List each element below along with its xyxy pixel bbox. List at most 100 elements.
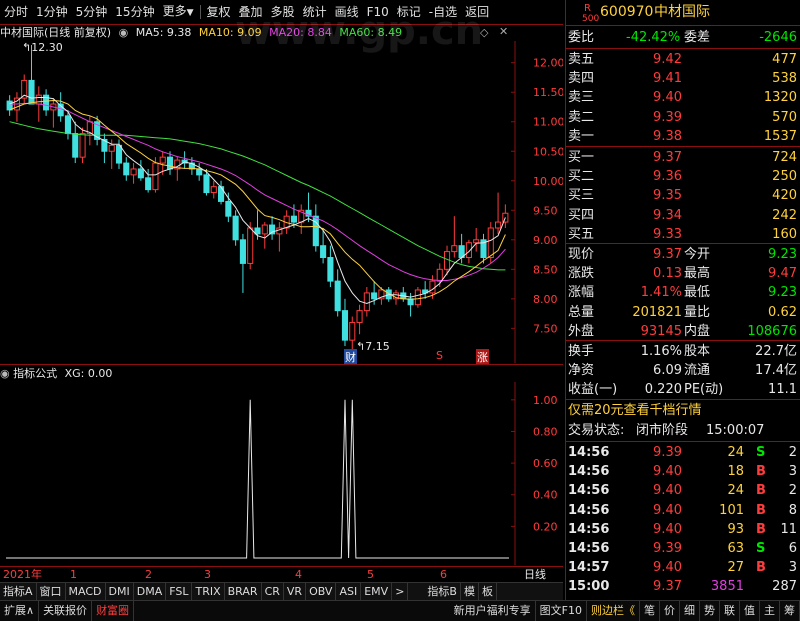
fortune-circle-button[interactable]: 财富圈	[92, 601, 135, 621]
bid-price[interactable]: 9.33	[626, 225, 682, 244]
divider	[566, 441, 800, 442]
candle-body	[79, 133, 86, 158]
indicator-label[interactable]: 指标公式	[13, 367, 57, 380]
ask-price[interactable]: 9.39	[626, 108, 682, 127]
tab-cr[interactable]: CR	[262, 583, 284, 601]
bid-price[interactable]: 9.34	[626, 206, 682, 225]
tab-window[interactable]: 窗口	[37, 583, 66, 601]
stat-value: 9.37	[653, 247, 682, 262]
stat-value: 201821	[632, 304, 682, 320]
tab-asi[interactable]: ASI	[336, 583, 362, 601]
candle-body	[115, 144, 123, 164]
tab-mo[interactable]: 模	[461, 583, 479, 601]
stock-code[interactable]: 600970	[600, 3, 653, 22]
tab-dma[interactable]: DMA	[134, 583, 167, 601]
ask-price[interactable]: 9.42	[626, 50, 682, 69]
s-marker[interactable]: S	[436, 349, 443, 362]
tick-row: 14:56 9.39 63 S 6	[566, 539, 800, 558]
promo-row[interactable]: 仅需20元查看千档行情	[566, 401, 800, 420]
stat-row: 净资 6.09 流通 17.4亿	[566, 361, 800, 380]
tab-zhu[interactable]: 主	[760, 601, 780, 621]
ask-price[interactable]: 9.41	[626, 69, 682, 88]
stat-label: 总量	[568, 304, 595, 320]
tb-fuquan[interactable]: 复权	[203, 0, 235, 24]
tab-shi[interactable]: 势	[700, 601, 720, 621]
xg-line	[6, 399, 509, 559]
bid-volume: 160	[772, 226, 797, 242]
tab-brar[interactable]: BRAR	[225, 583, 262, 601]
tab-more[interactable]: >	[392, 583, 409, 601]
tab-chou[interactable]: 筹	[780, 601, 800, 621]
candle-body	[123, 162, 130, 176]
tick-price: 9.40	[653, 464, 682, 480]
tab-jia[interactable]: 价	[660, 601, 680, 621]
bid-volume: 242	[772, 207, 797, 223]
tab-zhibiao-b[interactable]: 指标B	[424, 583, 461, 601]
tb-1min[interactable]: 1分钟	[32, 0, 72, 24]
settings-icon[interactable]: ◉	[119, 26, 129, 39]
ask-label: 卖四	[568, 71, 595, 87]
stat-label: 现价	[568, 247, 595, 262]
tick-volume: 24	[727, 483, 744, 499]
ask-label: 卖一	[568, 128, 595, 144]
close-icon[interactable]: ✕	[499, 25, 508, 38]
candle-body	[414, 289, 421, 306]
tab-vr[interactable]: VR	[284, 583, 307, 601]
tab-lian[interactable]: 联	[720, 601, 740, 621]
ask-label: 卖五	[568, 52, 595, 67]
ask-price[interactable]: 9.38	[626, 127, 682, 146]
tab-zhibiao-a[interactable]: 指标A	[0, 583, 37, 601]
tab-zhi[interactable]: 值	[740, 601, 760, 621]
tb-5min[interactable]: 5分钟	[72, 0, 112, 24]
expand-button[interactable]: 扩展∧	[0, 601, 40, 621]
candle-body	[159, 156, 166, 164]
high-price-label: ↰12.30	[22, 41, 63, 54]
stock-name[interactable]: 中材国际	[654, 3, 710, 22]
low-price-label: ↰7.15	[356, 340, 390, 353]
tick-row: 14:56 9.40 24 B 2	[566, 481, 800, 500]
tab-xi[interactable]: 细	[680, 601, 700, 621]
candle-body	[137, 168, 144, 179]
tb-more[interactable]: 更多▼	[159, 0, 198, 25]
candle-body	[363, 292, 370, 312]
tick-count: 2	[788, 445, 797, 460]
tab-bi[interactable]: 笔	[640, 601, 660, 621]
new-user-link[interactable]: 新用户福利专享	[450, 601, 536, 621]
ask-price[interactable]: 9.40	[626, 88, 682, 107]
bid-price[interactable]: 9.36	[626, 167, 682, 186]
f10-link[interactable]: 图文F10	[536, 601, 587, 621]
tab-emv[interactable]: EMV	[361, 583, 393, 601]
y-tick-label: 7.50	[533, 322, 558, 335]
tab-obv[interactable]: OBV	[306, 583, 337, 601]
tab-fsl[interactable]: FSL	[166, 583, 193, 601]
tick-direction: S	[756, 445, 766, 460]
tab-ban[interactable]: 板	[479, 583, 497, 601]
indicator-chart[interactable]: 1.00 0.80 0.60 0.40 0.20	[0, 382, 563, 565]
finance-marker[interactable]: 财	[344, 349, 357, 365]
bid-volume: 420	[772, 188, 797, 204]
bid-price[interactable]: 9.37	[626, 148, 682, 167]
tick-volume: 93	[727, 521, 744, 537]
kline-chart[interactable]: 12.00 11.50 11.00 10.50 10.00 9.50 9.00 8.50 8.0…	[0, 41, 563, 363]
tab-trix[interactable]: TRIX	[192, 583, 225, 601]
promo-text[interactable]: 仅需20元查看千档行情	[568, 401, 702, 420]
ask-volume: 477	[772, 52, 797, 67]
tick-time: 14:57	[568, 560, 610, 576]
tab-macd[interactable]: MACD	[66, 583, 106, 601]
tb-15min[interactable]: 15分钟	[111, 0, 158, 24]
related-quote-button[interactable]: 关联报价	[39, 601, 93, 621]
ask-row: 卖三 9.40 1320	[566, 88, 800, 107]
candle-body	[473, 239, 480, 244]
limit-up-marker[interactable]: 涨	[476, 349, 489, 365]
period-label[interactable]: 日线	[524, 567, 546, 583]
tick-count: 3	[788, 560, 797, 576]
candle-body	[72, 133, 79, 158]
sidebar-toggle[interactable]: 则边栏《	[587, 601, 640, 621]
candle-body	[64, 115, 72, 135]
settings-icon[interactable]: ◉	[0, 367, 10, 380]
candle-body	[232, 215, 239, 241]
bid-label: 买四	[568, 207, 595, 223]
tb-fenshi[interactable]: 分时	[0, 0, 32, 24]
bid-price[interactable]: 9.35	[626, 186, 682, 205]
tab-dmi[interactable]: DMI	[106, 583, 134, 601]
